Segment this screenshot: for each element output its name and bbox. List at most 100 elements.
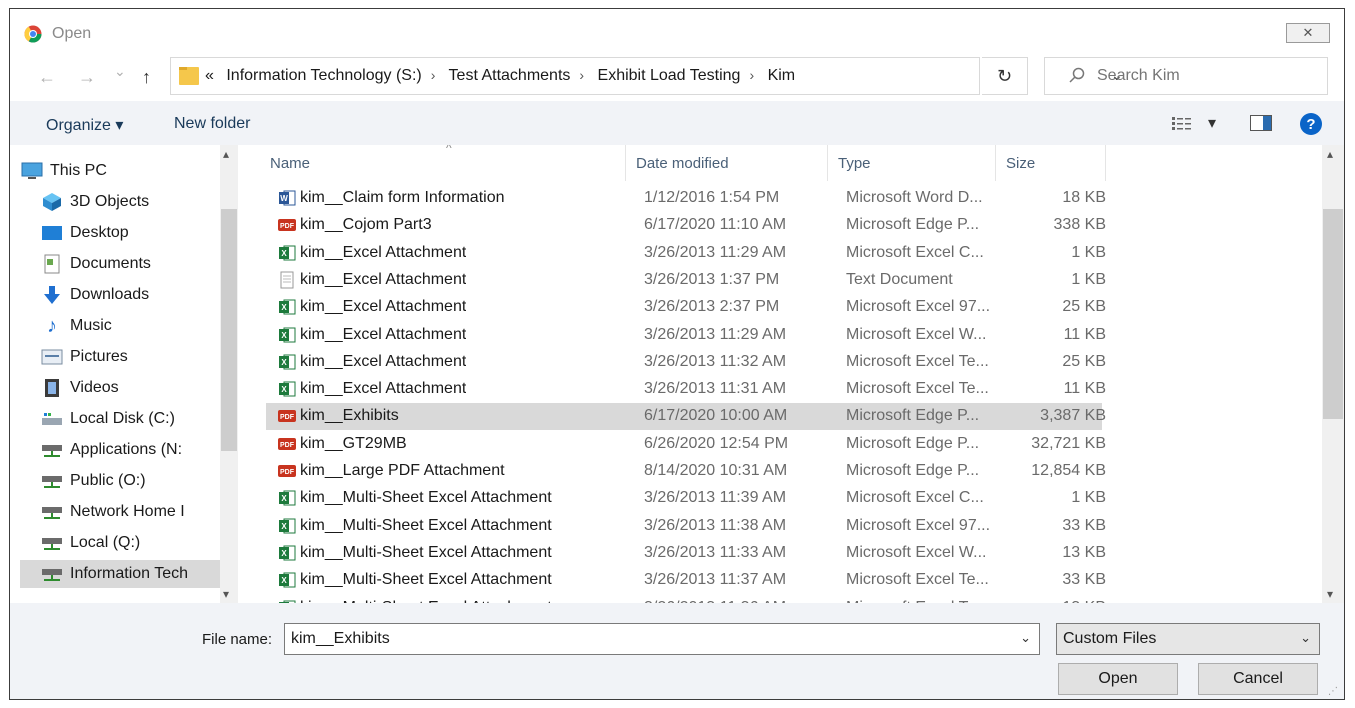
svg-text:X: X	[281, 249, 287, 258]
file-size: 32,721 KB	[1031, 434, 1106, 452]
file-type: Microsoft Excel Te...	[846, 380, 989, 398]
file-type: Microsoft Excel Te...	[846, 352, 989, 370]
sidebar-scroll-thumb[interactable]	[221, 209, 237, 451]
view-dropdown-icon[interactable]: ▾	[1208, 113, 1216, 133]
file-date-modified: 3/26/2013 11:29 AM	[644, 325, 787, 343]
sidebar-item-label: Documents	[70, 255, 151, 272]
file-name-field[interactable]: kim__Exhibits ⌄	[284, 623, 1040, 655]
sidebar-item-3d-objects[interactable]: 3D Objects	[40, 188, 226, 216]
forward-arrow-icon[interactable]: →	[78, 67, 96, 88]
chevron-down-icon[interactable]: ⌄	[1020, 630, 1031, 646]
videos-icon	[40, 378, 64, 398]
sidebar-item-music[interactable]: ♪ Music	[40, 312, 226, 340]
file-list-scroll-thumb[interactable]	[1323, 209, 1343, 419]
close-button[interactable]: ✕	[1286, 23, 1330, 43]
sidebar-item-videos[interactable]: Videos	[40, 374, 226, 402]
network-drive-icon	[40, 440, 64, 460]
column-header-label: Name	[270, 154, 311, 172]
open-button[interactable]: Open	[1058, 663, 1178, 695]
file-row[interactable]: Xkim__Multi-Sheet Excel Attachment3/26/2…	[266, 540, 1106, 567]
file-row[interactable]: Xkim__Excel Attachment 3/26/2013 2:37 PM M…	[266, 294, 1106, 321]
breadcrumb-overflow-icon[interactable]: «	[205, 67, 214, 84]
file-row[interactable]: Xkim__Multi-Sheet Excel Attachment3/26/2…	[266, 567, 1106, 594]
scroll-down-icon[interactable]: ▾	[223, 587, 229, 601]
sidebar-item-label: Downloads	[70, 286, 150, 303]
file-date-modified: 3/26/2013 11:29 AM	[644, 243, 787, 261]
file-row[interactable]: PDF kim__Exhibits 6/17/2020 10:00 AM Micros…	[266, 403, 1106, 431]
breadcrumb-item[interactable]: Kim	[768, 67, 796, 84]
window-title: Open	[52, 25, 92, 42]
sidebar-item-network-home[interactable]: Network Home I	[40, 498, 226, 526]
file-row[interactable]: PDF kim__Cojom Part3 6/17/2020 11:10 AM Mic…	[266, 212, 1106, 239]
file-row[interactable]: Xkim__Excel Attachment 3/26/2013 11:32 AM…	[266, 349, 1106, 376]
file-name: kim__Multi-Sheet Excel Attachment	[300, 489, 552, 507]
file-row[interactable]: PDF kim__GT29MB 6/26/2020 12:54 PM Microsof…	[266, 431, 1106, 458]
file-size: 12,854 KB	[1031, 462, 1106, 479]
column-header-type[interactable]: Type	[828, 145, 996, 181]
resize-grip-icon[interactable]: ⋰	[1328, 686, 1338, 697]
organize-button[interactable]: Organize ▾	[46, 115, 123, 135]
sidebar-item-downloads[interactable]: Downloads	[40, 281, 226, 309]
column-header-name[interactable]: Name ^	[260, 145, 626, 181]
network-drive-icon	[40, 533, 64, 553]
pdf-file-icon: PDF	[278, 407, 296, 425]
help-icon[interactable]: ?	[1300, 113, 1322, 135]
sidebar-item-pictures[interactable]: Pictures	[40, 343, 226, 371]
file-type: Microsoft Excel W...	[846, 325, 987, 343]
excel-file-icon: X	[278, 298, 296, 316]
file-name: kim__Claim form Information	[300, 189, 505, 206]
sidebar-item-information-technology[interactable]: Information Tech	[20, 560, 220, 588]
scroll-down-icon[interactable]: ▾	[1327, 587, 1333, 601]
new-folder-button[interactable]: New folder	[174, 115, 250, 133]
svg-text:PDF: PDF	[280, 442, 295, 449]
network-drive-icon	[40, 564, 64, 584]
breadcrumb-item[interactable]: Exhibit Load Testing	[598, 67, 741, 84]
file-type-select[interactable]: Custom Files ⌄	[1056, 623, 1320, 655]
chrome-icon	[24, 25, 42, 43]
file-size: 1 KB	[1071, 270, 1106, 288]
svg-text:X: X	[281, 303, 287, 312]
file-row[interactable]: Xkim__Multi-Sheet Excel Attachment3/26/2…	[266, 485, 1106, 512]
scroll-up-icon[interactable]: ▴	[1327, 147, 1333, 161]
excel-file-icon: X	[278, 380, 296, 398]
chevron-down-icon[interactable]: ⌄	[1300, 630, 1311, 646]
sidebar-item-applications-n[interactable]: Applications (N:	[40, 436, 226, 464]
file-row[interactable]: Xkim__Multi-Sheet Excel Attachment3/26/2…	[266, 513, 1106, 540]
address-bar[interactable]: « Information Technology (S:) › Test Atta…	[170, 57, 1123, 95]
file-row[interactable]: Xkim__Excel Attachment 3/26/2013 11:29 AM…	[266, 240, 1106, 267]
search-input[interactable]	[1097, 65, 1317, 87]
cancel-button[interactable]: Cancel	[1198, 663, 1318, 695]
back-arrow-icon[interactable]: ←	[38, 67, 56, 88]
column-header-size[interactable]: Size	[996, 145, 1106, 181]
file-type: Microsoft Edge P...	[846, 462, 980, 479]
sidebar-item-documents[interactable]: Documents	[40, 250, 226, 278]
excel-file-icon: X	[278, 489, 296, 507]
file-row[interactable]: Xkim__Excel Attachment 3/26/2013 11:31 AM…	[266, 376, 1106, 403]
sidebar-item-local-q[interactable]: Local (Q:)	[40, 529, 226, 557]
sidebar-item-label: 3D Objects	[70, 193, 150, 210]
file-row[interactable]: Xkim__Excel Attachment 3/26/2013 11:29 AM…	[266, 322, 1106, 349]
search-box[interactable]	[1044, 57, 1328, 95]
documents-icon	[40, 254, 64, 274]
sidebar-item-desktop[interactable]: Desktop	[40, 219, 226, 247]
sidebar-item-this-pc[interactable]: This PC	[20, 157, 226, 185]
breadcrumb-item[interactable]: Test Attachments	[449, 67, 571, 84]
file-row[interactable]: kim__Excel Attachment 3/26/2013 1:37 PM Te…	[266, 267, 1106, 294]
recent-locations-icon[interactable]: ⌄	[114, 63, 126, 80]
file-row[interactable]: Wkim__Claim form Information 1/12/2016 1:…	[266, 185, 1106, 212]
navigation-bar: ← → ⌄ ↑ « Information Technology (S:) › T…	[10, 53, 1344, 99]
up-arrow-icon[interactable]: ↑	[142, 67, 151, 88]
file-date-modified: 3/26/2013 11:31 AM	[644, 380, 787, 398]
file-date-modified: 8/14/2020 10:31 AM	[644, 462, 788, 479]
file-row[interactable]: PDF kim__Large PDF Attachment 8/14/2020 10…	[266, 458, 1106, 485]
sidebar-item-local-disk-c[interactable]: Local Disk (C:)	[40, 405, 226, 433]
breadcrumb-item[interactable]: Information Technology (S:)	[226, 67, 421, 84]
refresh-button[interactable]: ↻	[982, 57, 1028, 95]
sidebar-item-public-o[interactable]: Public (O:)	[40, 467, 226, 495]
view-options-icon[interactable]	[1172, 117, 1194, 131]
preview-pane-icon[interactable]	[1250, 115, 1272, 131]
column-header-date[interactable]: Date modified	[626, 145, 828, 181]
breadcrumb: « Information Technology (S:) › Test Atta…	[205, 67, 795, 85]
file-row[interactable]: Xkim__Multi-Sheet Excel Attachment3/26/2…	[266, 595, 1106, 603]
scroll-up-icon[interactable]: ▴	[223, 147, 229, 161]
